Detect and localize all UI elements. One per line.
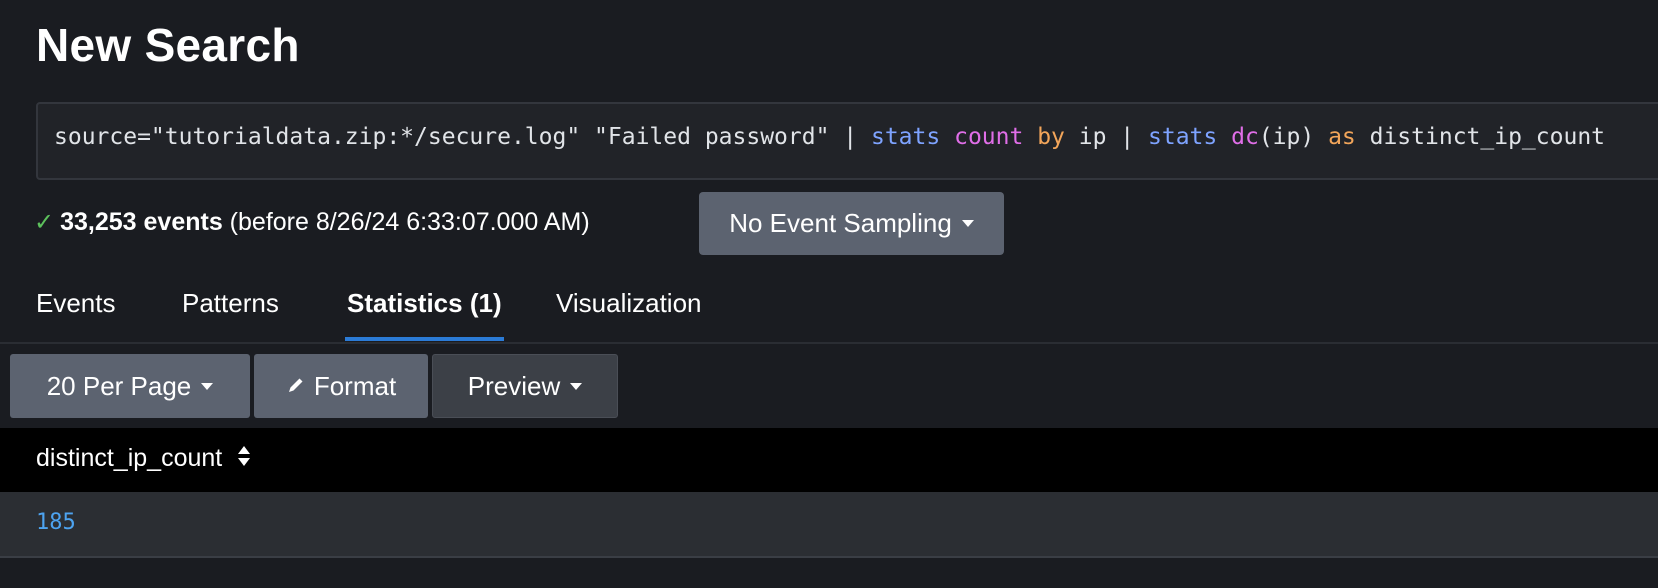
query-function: count xyxy=(954,124,1024,150)
query-function: dc xyxy=(1231,124,1259,150)
check-icon: ✓ xyxy=(34,209,55,236)
tab-visualization[interactable]: Visualization xyxy=(556,288,702,340)
query-text xyxy=(940,124,954,150)
query-text: distinct_ip_count xyxy=(1355,124,1606,150)
search-page: New Search source="tutorialdata.zip:*/se… xyxy=(0,0,1658,588)
tab-events[interactable]: Events xyxy=(36,288,116,340)
column-header-label: distinct_ip_count xyxy=(36,444,223,472)
page-title: New Search xyxy=(36,19,300,71)
table-row: 185 xyxy=(0,492,1658,558)
per-page-dropdown[interactable]: 20 Per Page xyxy=(10,354,250,418)
query-text: (ip) xyxy=(1258,124,1329,150)
query-command: stats xyxy=(870,124,941,150)
results-table: distinct_ip_count 185 xyxy=(0,428,1658,558)
table-header: distinct_ip_count xyxy=(0,428,1658,492)
pencil-icon xyxy=(286,371,306,402)
event-sampling-dropdown[interactable]: No Event Sampling xyxy=(699,192,1004,255)
tab-patterns[interactable]: Patterns xyxy=(182,288,279,340)
event-sampling-label: No Event Sampling xyxy=(729,208,952,238)
query-text xyxy=(1023,124,1037,150)
search-query[interactable]: source="tutorialdata.zip:*/secure.log" "… xyxy=(54,124,1605,150)
per-page-label: 20 Per Page xyxy=(46,370,192,401)
sort-icon xyxy=(237,445,251,474)
caret-down-icon xyxy=(570,382,583,390)
format-button[interactable]: Format xyxy=(254,354,428,418)
caret-down-icon xyxy=(961,220,974,227)
table-cell-value[interactable]: 185 xyxy=(36,510,76,535)
query-keyword: by xyxy=(1037,124,1065,150)
search-status: ✓ 33,253 events (before 8/26/24 6:33:07.0… xyxy=(34,208,590,237)
results-tabs: Events Patterns Statistics (1) Visualiza… xyxy=(0,276,1658,344)
preview-label: Preview xyxy=(467,370,561,401)
search-bar[interactable]: source="tutorialdata.zip:*/secure.log" "… xyxy=(36,102,1658,180)
column-header-distinct-ip-count[interactable]: distinct_ip_count xyxy=(36,444,251,474)
caret-down-icon xyxy=(201,382,214,390)
tab-statistics[interactable]: Statistics (1) xyxy=(345,288,504,341)
format-label: Format xyxy=(313,370,397,401)
events-timestamp: (before 8/26/24 6:33:07.000 AM) xyxy=(222,208,590,236)
events-count: 33,253 events xyxy=(60,208,223,236)
query-keyword: as xyxy=(1328,124,1356,150)
query-text xyxy=(1217,124,1231,150)
preview-dropdown[interactable]: Preview xyxy=(432,354,618,418)
query-text: source="tutorialdata.zip:*/secure.log" "… xyxy=(54,124,871,150)
query-text: ip | xyxy=(1064,124,1148,150)
query-command: stats xyxy=(1148,124,1218,150)
